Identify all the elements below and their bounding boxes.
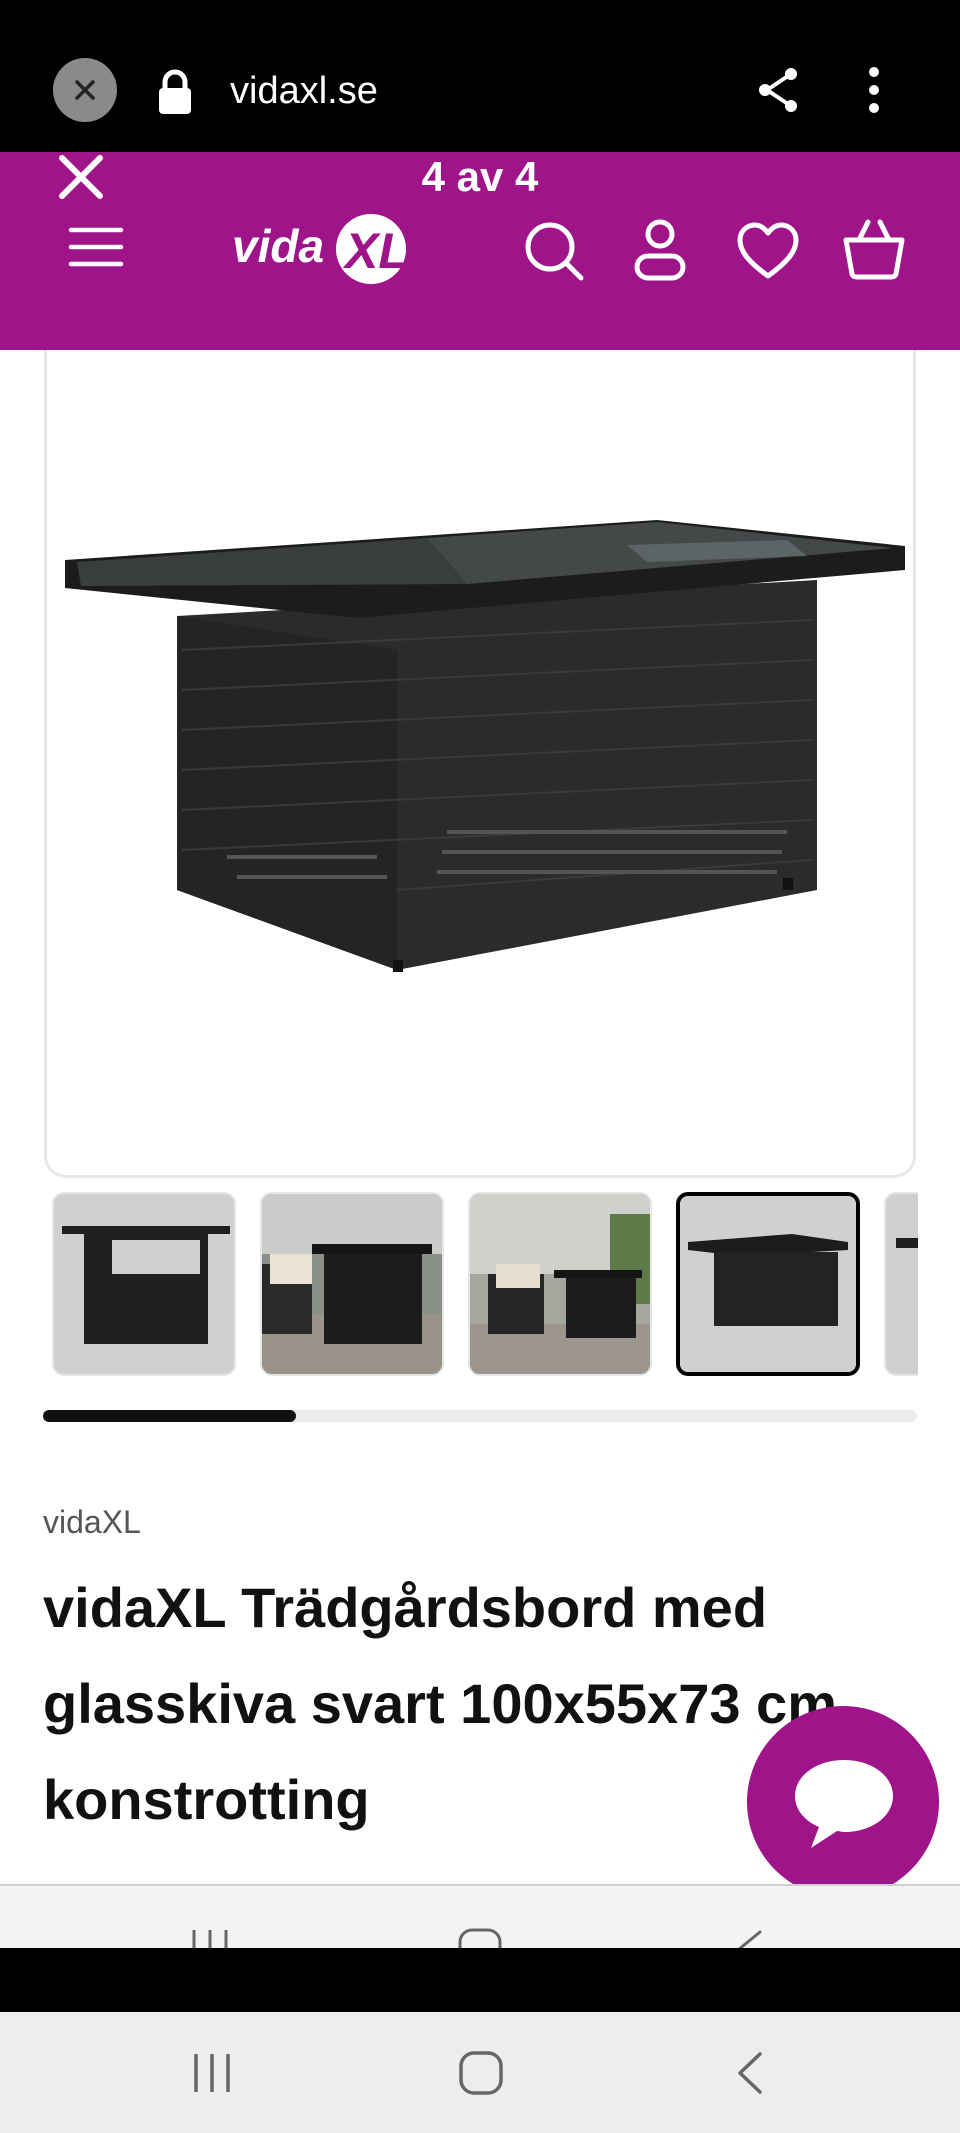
share-icon[interactable] — [755, 66, 803, 114]
thumbnail-strip — [52, 1192, 918, 1378]
site-header: 4 av 4 vida XL — [0, 152, 960, 350]
thumbnail-4[interactable] — [676, 1192, 860, 1376]
cart-icon[interactable] — [842, 218, 906, 280]
lock-icon — [159, 69, 191, 114]
url-text[interactable]: vidaxl.se — [230, 66, 378, 116]
svg-text:XL: XL — [342, 223, 408, 279]
chat-bubble-icon — [795, 1760, 893, 1848]
more-vertical-icon[interactable] — [860, 64, 888, 116]
product-brand[interactable]: vidaXL — [43, 1502, 141, 1542]
recents-icon[interactable] — [190, 2052, 234, 2094]
gallery-scroll-progress — [43, 1410, 917, 1422]
home-icon[interactable] — [458, 2050, 504, 2096]
close-icon[interactable] — [56, 152, 106, 202]
chat-button[interactable] — [747, 1706, 939, 1898]
back-icon — [738, 1930, 762, 1948]
thumbnail-3[interactable] — [468, 1192, 652, 1376]
close-icon — [75, 80, 95, 100]
account-icon[interactable] — [632, 218, 688, 282]
menu-icon[interactable] — [68, 224, 124, 270]
search-icon[interactable] — [523, 220, 585, 282]
back-icon[interactable] — [734, 2050, 766, 2096]
system-nav-bar — [0, 2012, 960, 2133]
product-main-image[interactable] — [44, 350, 916, 1178]
recents-icon — [192, 1930, 228, 1948]
heart-icon[interactable] — [736, 222, 800, 280]
divider-strip — [0, 1948, 960, 2012]
product-title: vidaXL Trädgårdsbord med glasskiva svart… — [43, 1576, 837, 1831]
page: vidaxl.se 4 av 4 vida XL vidaXL vidaXL T… — [0, 0, 960, 2133]
svg-text:vida: vida — [232, 220, 324, 272]
table-image — [65, 520, 905, 972]
home-icon — [458, 1928, 502, 1948]
gallery-scroll-progress-fill — [43, 1410, 297, 1422]
thumbnail-1[interactable] — [52, 1192, 236, 1376]
thumbnail-5[interactable] — [884, 1192, 918, 1376]
embedded-nav-bar — [0, 1884, 960, 1948]
vidaxl-logo[interactable]: vida XL — [228, 204, 409, 294]
browser-url-bar: vidaxl.se — [0, 0, 960, 152]
close-tab-button[interactable] — [53, 58, 117, 122]
image-counter: 4 av 4 — [421, 153, 539, 200]
thumbnail-2[interactable] — [260, 1192, 444, 1376]
